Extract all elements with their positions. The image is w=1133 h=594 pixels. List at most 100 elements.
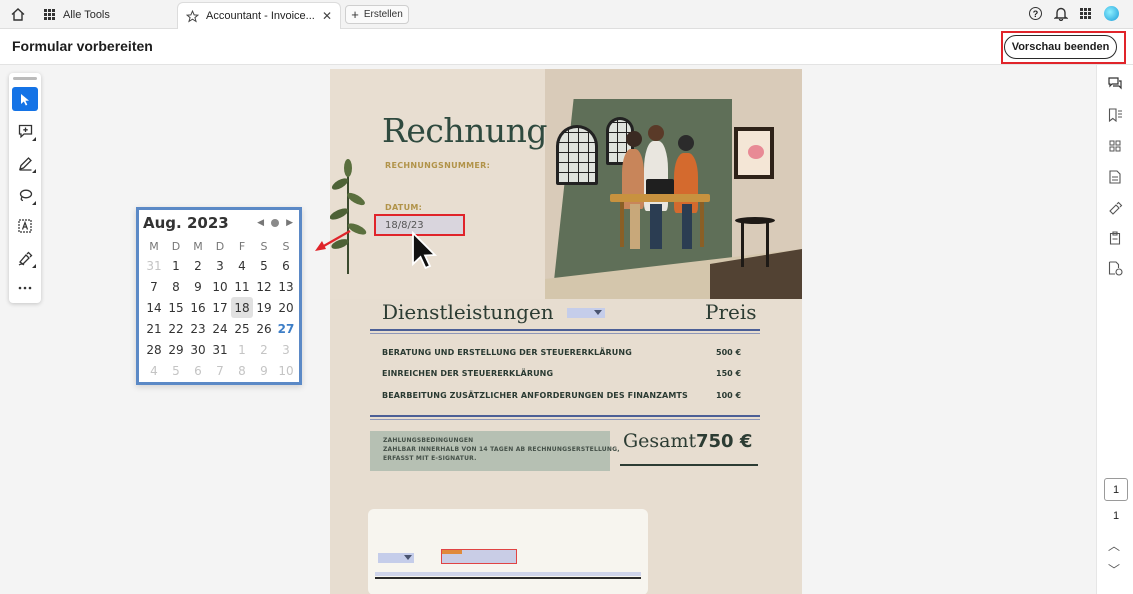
bell-icon[interactable]	[1054, 6, 1068, 21]
today-dot-icon[interactable]	[271, 218, 280, 227]
calendar-day[interactable]: 10	[209, 276, 231, 297]
text-field-tool[interactable]	[12, 214, 38, 238]
draw-tool[interactable]	[12, 151, 38, 175]
chevron-down-icon[interactable]	[404, 555, 412, 560]
calendar-day[interactable]: 17	[209, 297, 231, 318]
illustration-head-2	[648, 125, 664, 141]
calendar-day[interactable]: 20	[275, 297, 297, 318]
calendar-day[interactable]: 31	[209, 339, 231, 360]
divider	[620, 464, 758, 466]
calendar-day[interactable]: 1	[231, 339, 253, 360]
date-picker-calendar[interactable]: Aug. 2023 ◀ ▶ M D M D F S S 31 1 2 3 4 5 6 7 8 9 10 11 12 13…	[136, 207, 302, 385]
calendar-day[interactable]: 12	[253, 276, 275, 297]
calendar-day[interactable]: 23	[187, 318, 209, 339]
thumbnails-button[interactable]	[1106, 137, 1124, 155]
chevron-left-icon[interactable]: ◀	[257, 217, 264, 228]
illustration-window	[556, 125, 598, 185]
protect-icon	[1108, 260, 1123, 276]
calendar-day[interactable]: 3	[275, 339, 297, 360]
home-button[interactable]	[8, 5, 28, 24]
payment-terms-line: ERFASST MIT E-SIGNATUR.	[383, 455, 477, 462]
document-page[interactable]: Rechnung RECHNUNGSNUMMER: DATUM: 18/8/23…	[330, 69, 802, 594]
calendar-day[interactable]: 22	[165, 318, 187, 339]
lasso-tool[interactable]	[12, 183, 38, 207]
protect-button[interactable]	[1106, 259, 1124, 277]
calendar-day[interactable]: 13	[275, 276, 297, 297]
tab-bar: Alle Tools Accountant - Invoice... ✕ + E…	[0, 0, 1133, 29]
divider	[370, 415, 760, 417]
service-item-name: EINREICHEN DER STEUERERKLÄRUNG	[382, 369, 554, 378]
calendar-day[interactable]: 9	[187, 276, 209, 297]
bookmarks-button[interactable]	[1106, 106, 1124, 124]
calendar-day[interactable]: 8	[165, 276, 187, 297]
invoice-heading: Rechnung	[382, 111, 548, 150]
calendar-day[interactable]: 3	[209, 255, 231, 276]
illustration-table	[610, 194, 710, 202]
calendar-day[interactable]: 21	[143, 318, 165, 339]
calendar-weekday: F	[238, 240, 246, 253]
calendar-weekday: S	[260, 240, 268, 253]
right-rail: 1 1 ︿ ﹀	[1096, 65, 1133, 594]
clipboard-button[interactable]	[1106, 229, 1124, 247]
calendar-day[interactable]: 6	[187, 360, 209, 381]
close-tab-icon[interactable]: ✕	[322, 9, 332, 23]
calendar-day[interactable]: 29	[165, 339, 187, 360]
help-icon[interactable]: ?	[1029, 7, 1042, 20]
calendar-day[interactable]: 26	[253, 318, 275, 339]
drag-handle[interactable]	[13, 77, 37, 80]
current-page-input[interactable]: 1	[1104, 478, 1128, 501]
chevron-right-icon[interactable]: ▶	[286, 217, 293, 228]
select-arrow-icon	[21, 93, 29, 105]
fill-sign-button[interactable]	[1106, 199, 1124, 217]
calendar-day[interactable]: 25	[231, 318, 253, 339]
document-button[interactable]	[1106, 168, 1124, 186]
calendar-day[interactable]: 2	[253, 339, 275, 360]
mouse-cursor-icon	[412, 231, 438, 270]
calendar-day[interactable]: 10	[275, 360, 297, 381]
calendar-day[interactable]: 28	[143, 339, 165, 360]
total-value: 750 €	[696, 431, 753, 452]
chevron-up-icon[interactable]: ︿	[1108, 537, 1120, 554]
illustration-plant	[330, 159, 367, 274]
create-button[interactable]: + Erstellen	[345, 5, 409, 24]
calendar-day[interactable]: 4	[143, 360, 165, 381]
comment-tool[interactable]	[12, 119, 38, 143]
calendar-day[interactable]: 18	[231, 297, 253, 318]
calendar-day[interactable]: 4	[231, 255, 253, 276]
tab-document[interactable]: Accountant - Invoice... ✕	[177, 2, 341, 29]
star-icon[interactable]	[186, 9, 199, 23]
calendar-day[interactable]: 9	[253, 360, 275, 381]
calendar-day[interactable]: 7	[143, 276, 165, 297]
end-preview-button[interactable]: Vorschau beenden	[1004, 35, 1117, 59]
date-field-value: 18/8/23	[385, 220, 424, 231]
comments-icon	[1107, 77, 1122, 90]
calendar-day[interactable]: 30	[187, 339, 209, 360]
calendar-day[interactable]: 6	[275, 255, 297, 276]
calendar-day[interactable]: 19	[253, 297, 275, 318]
calendar-day[interactable]: 1	[165, 255, 187, 276]
calendar-day[interactable]: 16	[187, 297, 209, 318]
calendar-day[interactable]: 7	[209, 360, 231, 381]
apps-icon[interactable]	[1080, 7, 1092, 20]
calendar-day[interactable]: 5	[253, 255, 275, 276]
calendar-day[interactable]: 31	[143, 255, 165, 276]
comments-button[interactable]	[1106, 75, 1124, 93]
more-tools-button[interactable]	[12, 276, 38, 300]
select-tool[interactable]	[12, 87, 38, 111]
avatar[interactable]	[1104, 6, 1119, 21]
sign-tool[interactable]	[12, 246, 38, 270]
calendar-day[interactable]: 14	[143, 297, 165, 318]
calendar-day[interactable]: 15	[165, 297, 187, 318]
calendar-day[interactable]: 2	[187, 255, 209, 276]
illustration-table-leg	[620, 202, 624, 247]
divider	[370, 333, 760, 334]
chevron-down-icon[interactable]: ﹀	[1108, 561, 1120, 578]
all-tools-button[interactable]: Alle Tools	[44, 6, 110, 23]
chevron-down-icon[interactable]	[594, 310, 602, 315]
calendar-day[interactable]: 24	[209, 318, 231, 339]
illustration-head-3	[678, 135, 694, 151]
calendar-day[interactable]: 27	[275, 318, 297, 339]
calendar-day[interactable]: 11	[231, 276, 253, 297]
calendar-day[interactable]: 8	[231, 360, 253, 381]
calendar-day[interactable]: 5	[165, 360, 187, 381]
